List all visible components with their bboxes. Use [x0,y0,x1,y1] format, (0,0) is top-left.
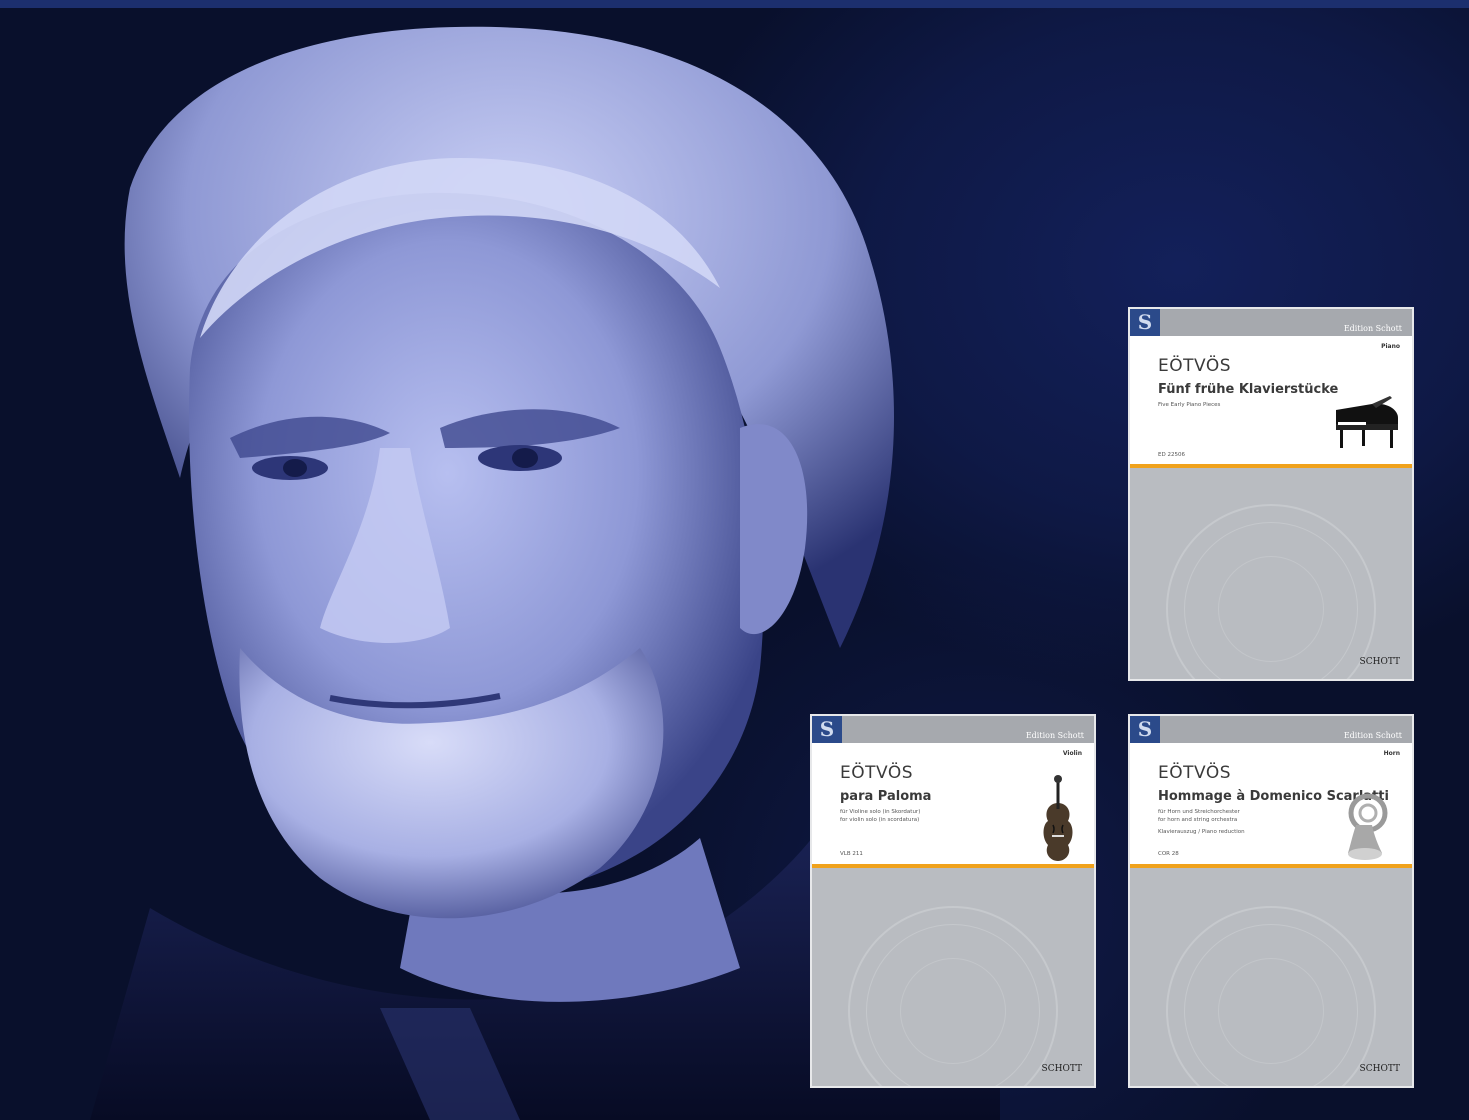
cover-header-band: S Edition Schott [1130,309,1412,336]
schott-s-logo-icon: S [1130,716,1160,743]
promo-canvas: S Edition Schott Piano EÖTVÖS Fünf frühe… [0,0,1469,1120]
cover-title-panel: Violin EÖTVÖS para Paloma für Violine so… [812,743,1094,868]
catalog-number: VLB 211 [840,851,863,857]
work-subtitle: Five Early Piano Pieces [1158,402,1221,408]
edition-type: Klavierauszug / Piano reduction [1158,829,1245,835]
composer-name: EÖTVÖS [840,763,914,783]
publisher-logo: SCHOTT [1359,657,1400,667]
work-title: Fünf frühe Klavierstücke [1158,382,1339,397]
cover-title-panel: Piano EÖTVÖS Fünf frühe Klavierstücke Fi… [1130,336,1412,468]
top-accent-bar [0,0,1469,8]
french-horn-icon [1342,791,1392,863]
edition-label: Edition Schott [1025,731,1084,740]
score-cover-horn[interactable]: S Edition Schott Horn EÖTVÖS Hommage à D… [1128,714,1414,1088]
work-subtitle: für Horn und Streichorchester for horn a… [1158,809,1240,823]
score-cover-piano[interactable]: S Edition Schott Piano EÖTVÖS Fünf frühe… [1128,307,1414,681]
instrument-label: Violin [1062,750,1082,757]
publisher-seal-watermark [1166,504,1376,679]
schott-s-logo-icon: S [812,716,842,743]
grand-piano-icon [1332,396,1402,452]
instrument-label: Piano [1381,343,1400,350]
composer-name: EÖTVÖS [1158,356,1232,376]
edition-label: Edition Schott [1343,324,1402,333]
violin-icon [1038,773,1078,863]
publisher-seal-watermark [1166,906,1376,1086]
publisher-logo: SCHOTT [1041,1064,1082,1074]
publisher-logo: SCHOTT [1359,1064,1400,1074]
catalog-number: ED 22506 [1158,452,1185,458]
instrument-label: Horn [1383,750,1400,757]
cover-header-band: S Edition Schott [812,716,1094,743]
catalog-number: COR 28 [1158,851,1179,857]
composer-name: EÖTVÖS [1158,763,1232,783]
work-title: para Paloma [840,789,932,804]
score-cover-violin[interactable]: S Edition Schott Violin EÖTVÖS para Palo… [810,714,1096,1088]
work-subtitle: für Violine solo (in Skordatur) for viol… [840,809,921,823]
cover-title-panel: Horn EÖTVÖS Hommage à Domenico Scarlatti… [1130,743,1412,868]
edition-label: Edition Schott [1343,731,1402,740]
publisher-seal-watermark [848,906,1058,1086]
cover-header-band: S Edition Schott [1130,716,1412,743]
schott-s-logo-icon: S [1130,309,1160,336]
